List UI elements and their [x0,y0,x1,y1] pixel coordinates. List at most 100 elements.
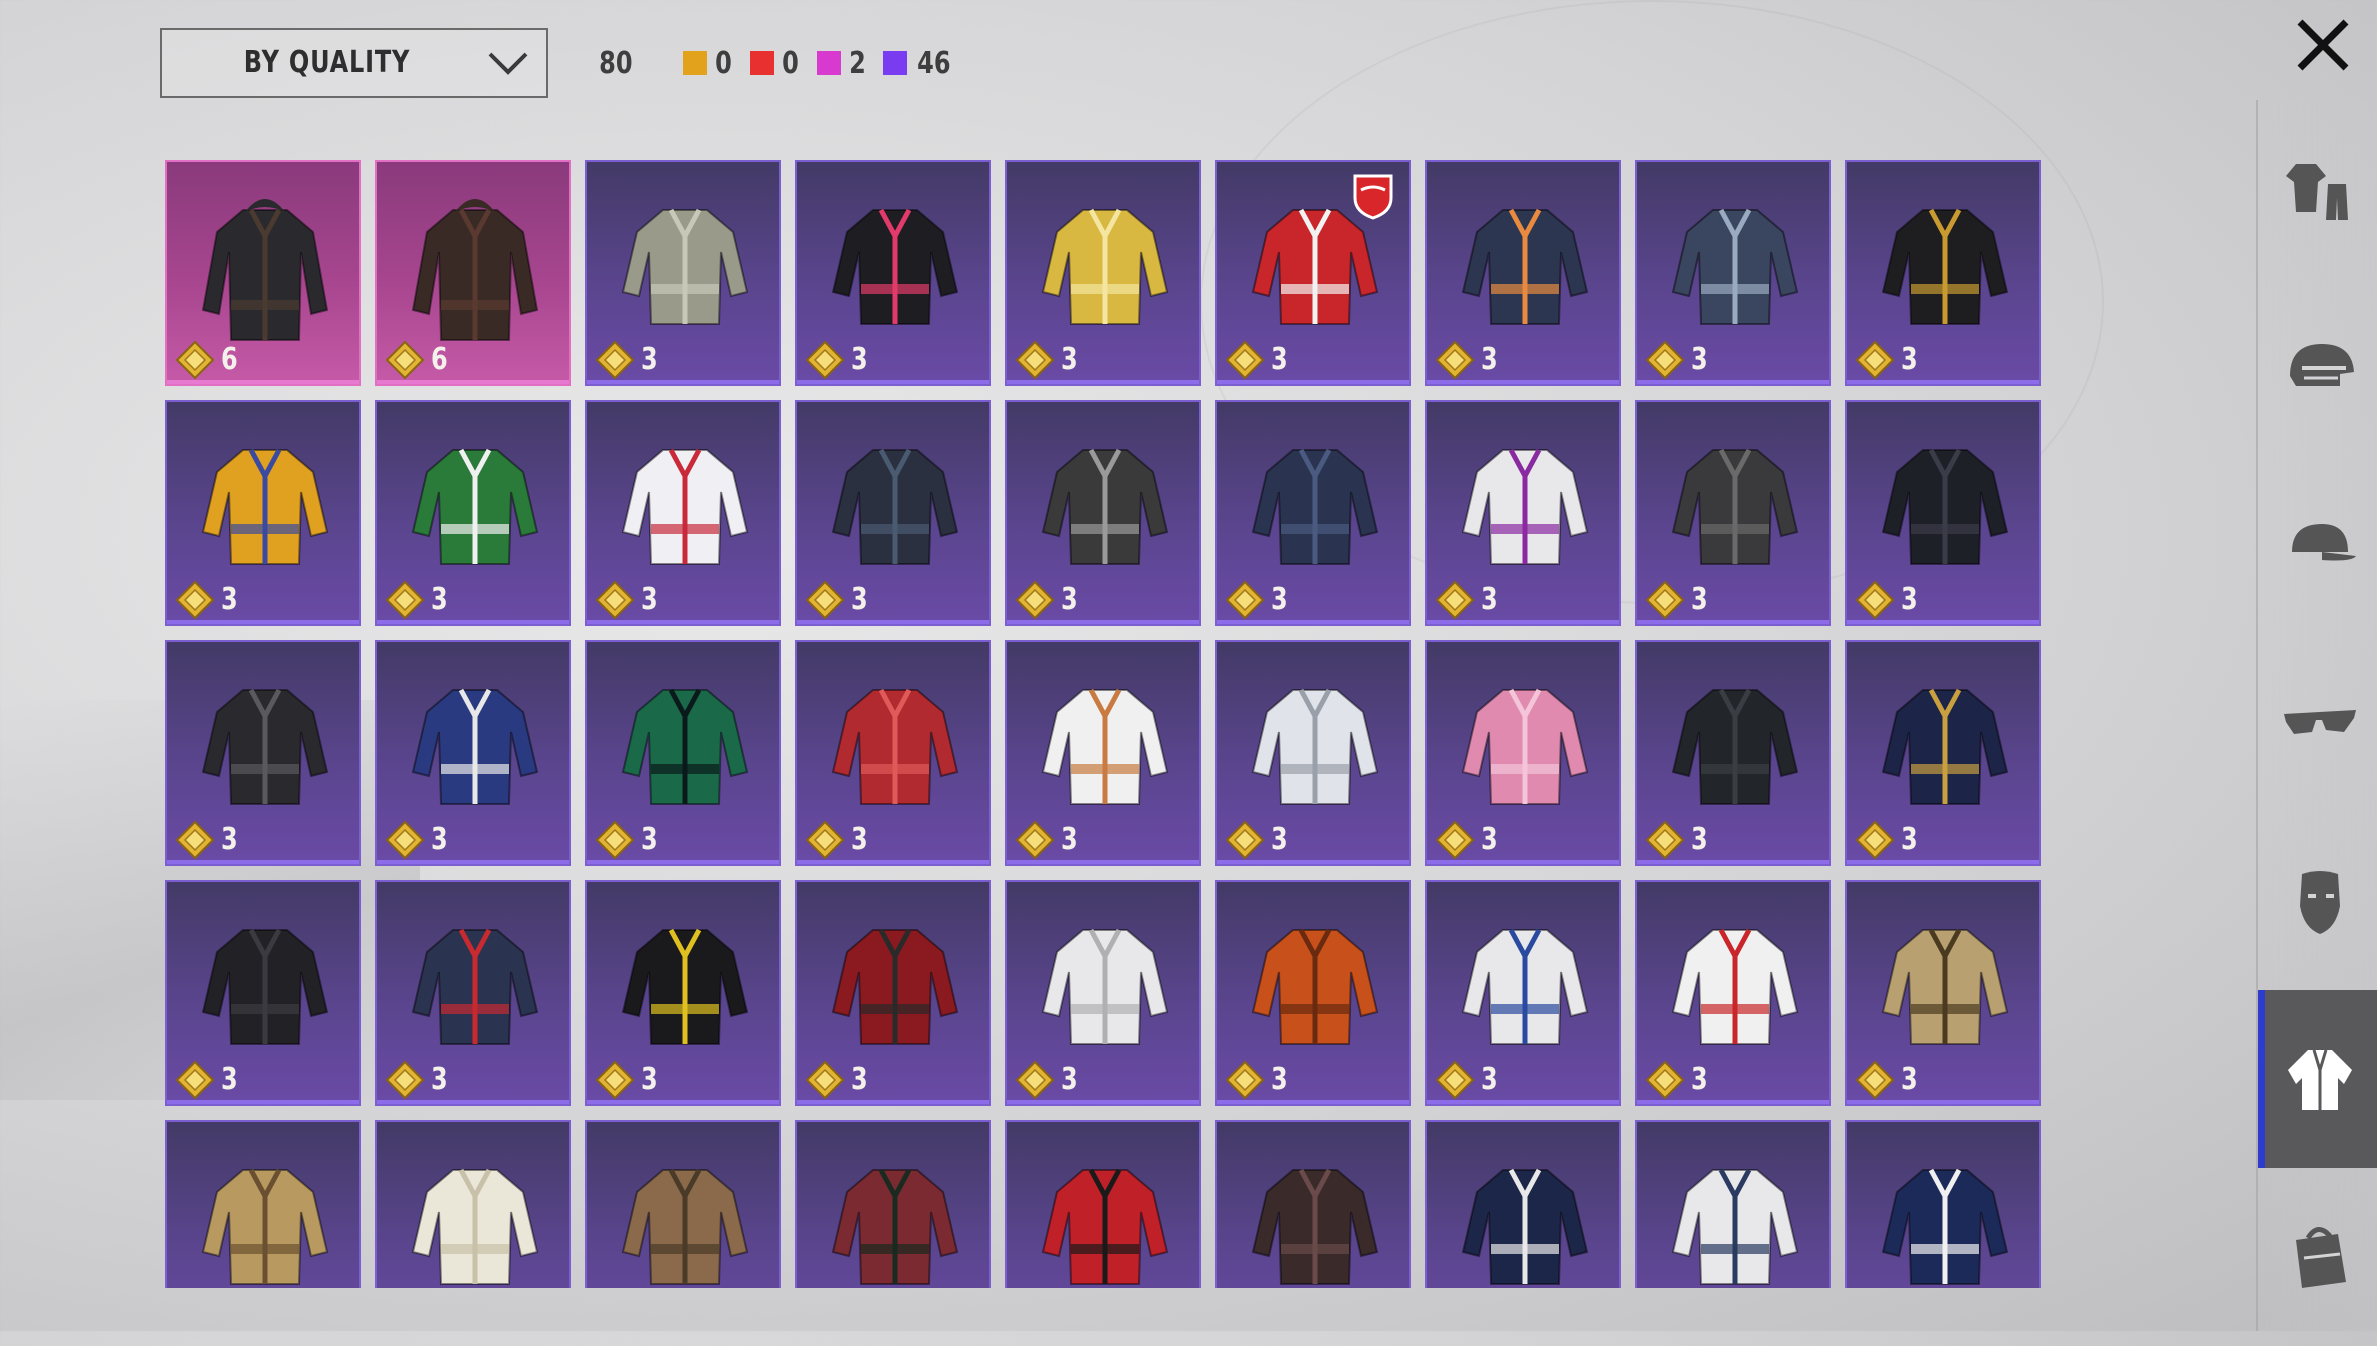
item-tile[interactable]: 3 [1635,400,1831,626]
item-tile[interactable] [1215,1120,1411,1288]
item-tile[interactable] [375,1120,571,1288]
item-tile[interactable]: 3 [1005,880,1201,1106]
item-tile[interactable]: 3 [1425,640,1621,866]
category-backpack[interactable] [2258,1168,2377,1346]
item-tile[interactable] [795,1120,991,1288]
item-tile[interactable]: 3 [1005,400,1201,626]
total-count: 80 [599,45,633,81]
item-cost: 3 [431,1062,448,1097]
outfit-icon [2286,164,2348,220]
token-icon [1855,1060,1895,1100]
garment-icon [201,199,329,341]
category-jacket[interactable] [2258,990,2377,1168]
item-tile[interactable]: 3 [375,880,571,1106]
token-icon [595,340,635,380]
item-tile[interactable]: 3 [795,640,991,866]
item-tile[interactable]: 3 [165,640,361,866]
garment-icon [831,448,959,565]
garment-icon [1881,208,2009,325]
garment-icon [411,688,539,805]
item-tile[interactable]: 3 [1425,160,1621,386]
token-icon [1435,1060,1475,1100]
token-icon [1855,340,1895,380]
item-tile[interactable]: 3 [375,640,571,866]
item-tile[interactable] [1425,1120,1621,1288]
category-outfit[interactable] [2258,100,2377,278]
garment-icon [1041,1168,1169,1285]
helmet-icon [2290,344,2354,386]
close-icon[interactable] [2288,10,2358,80]
token-icon [1435,820,1475,860]
item-cost: 3 [641,1062,658,1097]
garment-icon [201,448,329,565]
item-tile[interactable] [165,1120,361,1288]
token-icon [385,580,425,620]
item-tile[interactable]: 3 [795,400,991,626]
item-tile[interactable]: 3 [795,880,991,1106]
garment-icon [1881,928,2009,1045]
token-icon [1855,820,1895,860]
item-cost: 6 [221,342,238,377]
item-tile[interactable]: 3 [1005,640,1201,866]
category-helmet[interactable] [2258,278,2377,456]
garment-icon [1671,208,1799,325]
garment-icon [621,1168,749,1285]
item-tile[interactable]: 3 [165,880,361,1106]
category-cap[interactable] [2258,456,2377,634]
item-cost: 3 [1901,822,1918,857]
item-cost: 3 [1691,582,1708,617]
item-tile[interactable]: 3 [165,400,361,626]
token-icon [1645,820,1685,860]
mask-icon [2300,871,2340,934]
item-tile[interactable]: 3 [1425,880,1621,1106]
item-tile[interactable]: 3 [585,640,781,866]
token-icon [1225,820,1265,860]
rarity-stat: 0 [749,45,801,81]
item-tile[interactable]: 3 [1635,880,1831,1106]
item-tile[interactable]: 3 [585,400,781,626]
red-square-icon [749,51,774,75]
item-cost: 3 [1061,1062,1078,1097]
item-tile[interactable]: 6 [165,160,361,386]
item-tile[interactable] [1635,1120,1831,1288]
item-tile[interactable]: 3 [1215,880,1411,1106]
item-cost: 3 [221,1062,238,1097]
item-tile[interactable]: 3 [1215,400,1411,626]
category-glasses[interactable] [2258,634,2377,812]
item-tile[interactable]: 3 [795,160,991,386]
item-tile[interactable] [585,1120,781,1288]
item-tile[interactable] [1845,1120,2041,1288]
item-tile[interactable]: 3 [1005,160,1201,386]
item-tile[interactable]: 3 [1635,160,1831,386]
sort-label: BY QUALITY [243,45,411,80]
item-cost: 3 [1271,822,1288,857]
garment-icon [1251,448,1379,565]
garment-icon [1251,928,1379,1045]
item-tile[interactable]: 3 [1845,160,2041,386]
item-tile[interactable]: 3 [1215,640,1411,866]
item-tile[interactable] [1005,1120,1201,1288]
garment-icon [831,1168,959,1285]
category-mask[interactable] [2258,812,2377,990]
item-tile[interactable]: 3 [1845,640,2041,866]
item-cost: 3 [1901,342,1918,377]
item-tile[interactable]: 3 [585,880,781,1106]
token-icon [385,820,425,860]
item-tile[interactable]: 3 [1845,400,2041,626]
item-tile[interactable]: 3 [585,160,781,386]
item-tile[interactable]: 3 [1425,400,1621,626]
garment-icon [1671,1168,1799,1285]
garment-icon [1881,688,2009,805]
token-icon [385,1060,425,1100]
ducati-badge-icon [1353,174,1393,220]
item-tile[interactable]: 6 [375,160,571,386]
sort-dropdown[interactable]: BY QUALITY [160,28,548,98]
item-cost: 3 [1481,1062,1498,1097]
rarity-count: 0 [781,45,799,81]
item-tile[interactable]: 3 [375,400,571,626]
item-tile[interactable]: 3 [1215,160,1411,386]
item-tile[interactable]: 3 [1635,640,1831,866]
item-cost: 3 [1061,822,1078,857]
item-cost: 3 [851,342,868,377]
item-tile[interactable]: 3 [1845,880,2041,1106]
